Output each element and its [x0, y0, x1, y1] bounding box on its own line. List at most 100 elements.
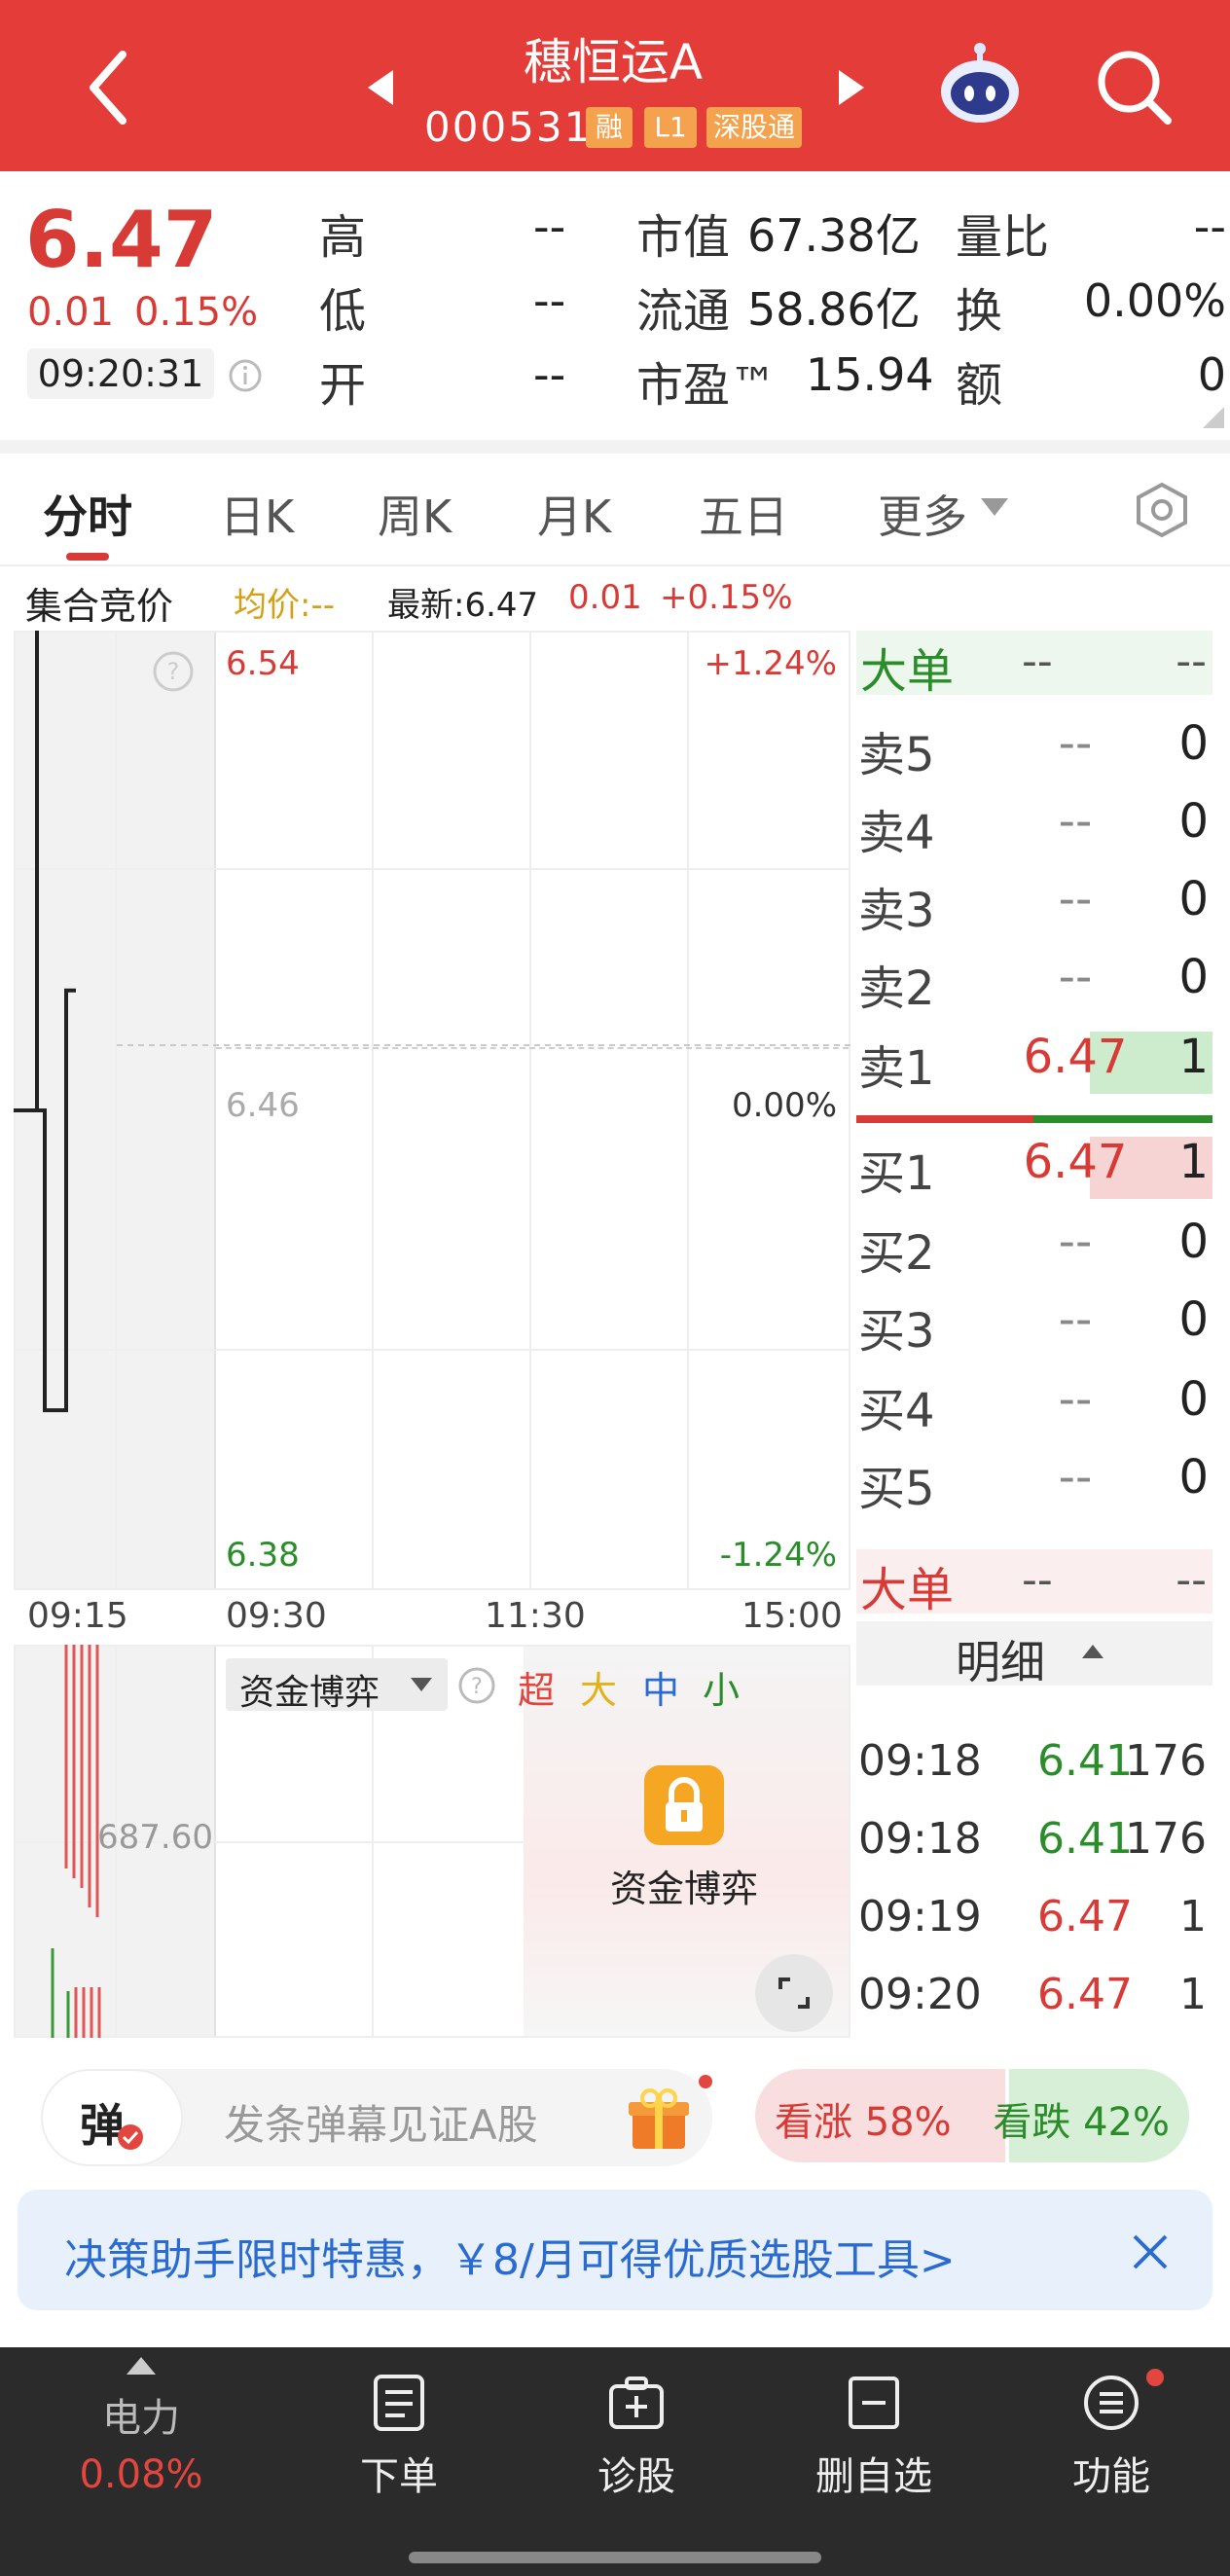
close-icon[interactable] [1131, 2232, 1170, 2271]
nav-order[interactable]: 下单 [302, 2347, 496, 2542]
ask-price: -- [1058, 794, 1093, 849]
tab-five-day[interactable]: 五日 [699, 482, 788, 546]
ask-row-2[interactable]: 卖2 -- 0 [856, 950, 1216, 1018]
bid-price: -- [1058, 1372, 1093, 1427]
ask-row-4[interactable]: 卖4 -- 0 [856, 794, 1216, 862]
promo-text[interactable]: 决策助手限时特惠，￥8/月可得优质选股工具> [64, 2225, 956, 2287]
tag-l1: L1 [644, 107, 697, 148]
price-change-pct: 0.15% [134, 290, 259, 335]
ask-label: 卖2 [858, 961, 935, 1016]
tick-volume: 176 [1125, 1736, 1207, 1786]
sentiment-down-segment[interactable]: 看跌 42% [993, 2069, 1189, 2162]
ask-row-3[interactable]: 卖3 -- 0 [856, 872, 1216, 940]
price-line [14, 631, 76, 1413]
sentiment-up-segment[interactable]: 看涨 58% [755, 2069, 1005, 2162]
pe-value: 15.94 [806, 348, 934, 401]
low-label: 低 [319, 284, 367, 339]
sentiment-bar[interactable]: 看涨 58% 看跌 42% [755, 2069, 1189, 2162]
big-order-label: 大单 [860, 644, 955, 699]
ask-row-5[interactable]: 卖5 -- 0 [856, 716, 1216, 784]
mktcap-value: 67.38亿 [747, 209, 921, 262]
capital-cat-medium[interactable]: 中 [642, 1660, 679, 1714]
tag-margin: 融 [586, 107, 633, 148]
promo-banner[interactable]: 决策助手限时特惠，￥8/月可得优质选股工具> [18, 2190, 1212, 2310]
ask-row-1[interactable]: 卖1 6.47 1 [856, 1030, 1216, 1098]
info-icon[interactable] [228, 358, 263, 393]
danmu-toggle[interactable]: 弹 [41, 2069, 183, 2166]
tab-active-indicator [66, 553, 109, 561]
help-icon[interactable]: ? [152, 650, 195, 693]
detail-header[interactable]: 明细 [856, 1621, 1212, 1688]
turnover-label: 换 [956, 284, 1003, 339]
expand-corner-icon[interactable] [1203, 407, 1224, 428]
capital-selector[interactable]: 资金博弈 [226, 1658, 448, 1713]
x-label-0915: 09:15 [27, 1596, 128, 1636]
tick-price: 6.47 [1037, 1970, 1133, 2019]
avg-price: 均价:-- [234, 586, 335, 625]
bid-price: 6.47 [1023, 1135, 1128, 1189]
capital-lock-label: 资金博弈 [609, 1868, 758, 1910]
robot-assistant-icon[interactable] [936, 41, 1024, 128]
bid-row-1[interactable]: 买1 6.47 1 [856, 1135, 1216, 1203]
nav-functions[interactable]: 功能 [1014, 2347, 1209, 2542]
tick-volume: 1 [1179, 1970, 1207, 2019]
big-order-value-2: -- [1176, 1555, 1207, 1605]
bid-price: -- [1058, 1292, 1093, 1347]
big-order-value-2: -- [1176, 636, 1207, 686]
sector-indicator[interactable]: 电力 0.08% [39, 2347, 243, 2542]
tab-weekly-k[interactable]: 周K [378, 482, 452, 546]
home-indicator[interactable] [409, 2552, 821, 2563]
settings-hexagon-icon[interactable] [1133, 481, 1191, 539]
bid-price: -- [1058, 1215, 1093, 1269]
gift-icon[interactable] [625, 2085, 693, 2153]
sector-name: 电力 [102, 2396, 180, 2441]
bid-label: 买1 [858, 1146, 935, 1201]
open-value: -- [533, 348, 566, 401]
section-divider [0, 440, 1230, 454]
fullscreen-icon[interactable] [755, 1954, 833, 2032]
tick-row: 09:18 6.41 176 [856, 1814, 1216, 1888]
bid-row-5[interactable]: 买5 -- 0 [856, 1450, 1216, 1518]
bid-row-2[interactable]: 买2 -- 0 [856, 1215, 1216, 1283]
ask-volume: 1 [1178, 1030, 1209, 1084]
nav-functions-label: 功能 [1072, 2454, 1150, 2499]
pe-label: 市盈™ [636, 358, 778, 413]
price-change: 0.01 [27, 290, 115, 335]
high-label: 高 [319, 210, 367, 265]
help-icon[interactable]: ? [457, 1666, 496, 1705]
pct-mid-label: 0.00% [731, 1086, 837, 1125]
capital-cat-large[interactable]: 大 [580, 1660, 617, 1714]
nav-remove-watchlist[interactable]: 删自选 [777, 2347, 971, 2542]
search-icon[interactable] [1096, 49, 1174, 127]
capital-cat-small[interactable]: 小 [703, 1660, 740, 1714]
volume-ratio-label: 量比 [956, 210, 1050, 265]
danmu-input[interactable]: 发条弹幕见证A股 [224, 2092, 538, 2152]
dropdown-triangle-icon[interactable] [981, 498, 1008, 518]
detail-label: 明细 [956, 1636, 1045, 1688]
chart-change-pct: +0.15% [660, 578, 793, 617]
next-stock-icon[interactable] [835, 68, 868, 107]
sector-change: 0.08% [79, 2452, 203, 2497]
tab-monthly-k[interactable]: 月K [537, 482, 611, 546]
ask-price: 6.47 [1023, 1030, 1128, 1084]
bid-row-3[interactable]: 买3 -- 0 [856, 1292, 1216, 1361]
lock-icon[interactable] [642, 1763, 726, 1847]
tab-more[interactable]: 更多 [878, 482, 967, 546]
x-label-0930: 09:30 [226, 1596, 327, 1636]
open-label: 开 [319, 358, 367, 413]
amount-label: 额 [956, 358, 1003, 413]
big-order-value-1: -- [1022, 636, 1053, 686]
sentiment-up-label: 看涨 58% [775, 2100, 952, 2145]
bid-row-4[interactable]: 买4 -- 0 [856, 1372, 1216, 1440]
nav-diagnose[interactable]: 诊股 [539, 2347, 734, 2542]
back-arrow-icon[interactable] [84, 49, 132, 127]
danmu-bar[interactable]: 弹 发条弹幕见证A股 [41, 2069, 712, 2166]
capital-cat-super[interactable]: 超 [518, 1660, 555, 1714]
ask-label: 卖4 [858, 806, 935, 860]
big-order-row-bottom: 大单 -- -- [856, 1549, 1212, 1617]
tab-daily-k[interactable]: 日K [220, 482, 294, 546]
prev-stock-icon[interactable] [364, 68, 397, 107]
tab-intraday[interactable]: 分时 [43, 482, 132, 546]
float-label: 流通 [636, 284, 731, 339]
x-label-1130: 11:30 [485, 1596, 586, 1636]
